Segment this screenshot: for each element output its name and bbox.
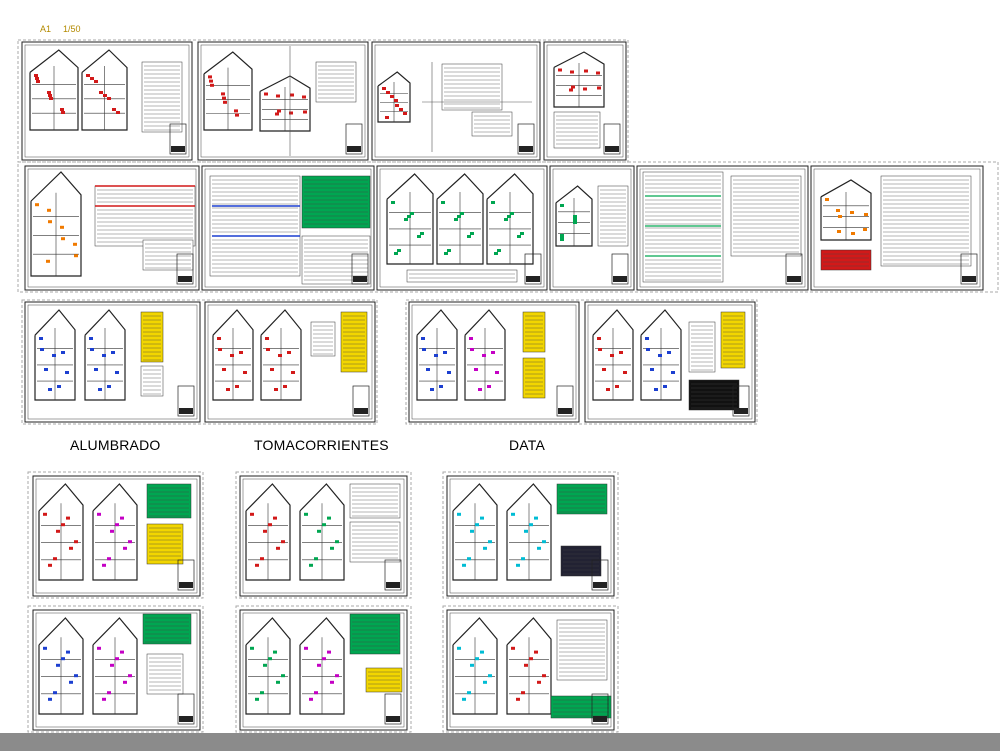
sheet-alum-2 [32,609,201,731]
sheet-struct-6 [810,165,984,291]
sheet-san-4 [584,301,756,423]
sheet-struct-4 [549,165,635,291]
sheets-layer [17,39,999,733]
sheet-toma-1 [239,475,408,597]
sheet-struct-2 [201,165,375,291]
sheet-data-1 [446,475,615,597]
sheet-alum-1 [32,475,201,597]
sheet-san-3 [408,301,580,423]
sheet-arch-1 [21,41,193,161]
sheet-struct-3 [376,165,548,291]
sheet-san-1 [24,301,201,423]
sheet-arch-4 [543,41,627,161]
sheet-struct-1 [24,165,200,291]
sheet-toma-2 [239,609,408,731]
drawing-canvas[interactable]: A1 1/50 ALUMBRADO TOMACORRIENTES DATA [0,0,1000,733]
sheet-data-2 [446,609,615,731]
sheet-struct-5 [636,165,809,291]
status-band [0,733,1000,751]
sheet-arch-3 [371,41,541,161]
sheet-san-2 [204,301,376,423]
sheet-arch-2 [197,41,369,161]
